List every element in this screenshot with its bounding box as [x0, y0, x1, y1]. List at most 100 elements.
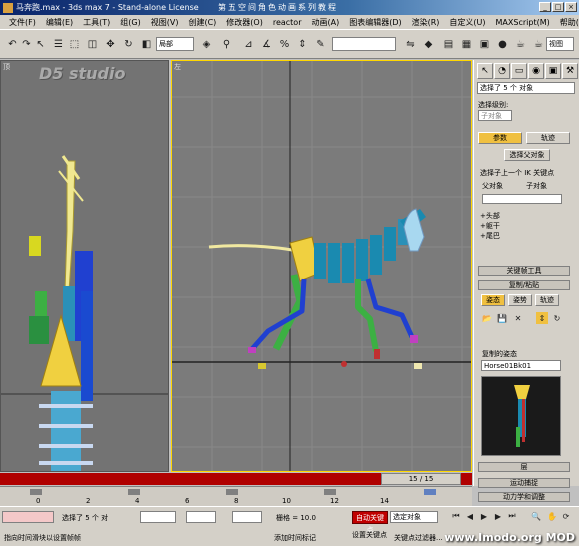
head-item[interactable]: +头部 [480, 211, 500, 221]
menu-group[interactable]: 组(G) [115, 17, 145, 28]
save-clip-icon[interactable]: 💾 [496, 312, 508, 324]
z-coord-field[interactable] [232, 511, 262, 523]
dynamics-rollout[interactable]: 动力学和调整 [478, 492, 570, 502]
select-child-ik-checkbox[interactable]: 选择子上一个 IK 关键点 [480, 168, 554, 178]
tab-trajectories[interactable]: 轨迹 [526, 132, 570, 144]
named-selection-set[interactable] [332, 37, 396, 51]
menu-rendering[interactable]: 渲染(R) [407, 17, 445, 28]
layer-manager-icon[interactable]: ▤ [440, 36, 457, 53]
key-marker[interactable] [226, 489, 238, 495]
select-parent-button[interactable]: 选择父对象 [504, 149, 550, 161]
keyframe-tools-rollout[interactable]: 关键帧工具 [478, 266, 570, 276]
new-clip-icon[interactable]: 📂 [481, 312, 493, 324]
select-icon[interactable]: ↖ [32, 36, 49, 53]
radio-child[interactable]: 子对象 [526, 181, 547, 191]
play-icon[interactable]: ▶ [478, 509, 490, 523]
track-bar[interactable]: 0 2 4 6 8 10 12 14 [0, 486, 472, 506]
copy-paste-rollout[interactable]: 复制/粘贴 [478, 280, 570, 290]
render-scene-icon[interactable]: ☕ [512, 36, 529, 53]
orbit-icon[interactable]: ⟳ [560, 509, 572, 523]
schematic-view-icon[interactable]: ▣ [476, 36, 493, 53]
tail-item[interactable]: +尾巴 [480, 231, 500, 241]
menu-maxscript[interactable]: MAXScript(M) [491, 18, 555, 27]
menu-modifiers[interactable]: 修改器(O) [221, 17, 268, 28]
viewport-top-label[interactable]: 顶 [3, 62, 10, 72]
material-editor-icon[interactable]: ● [494, 36, 511, 53]
menu-reactor[interactable]: reactor [268, 18, 307, 27]
motion-tab-icon[interactable]: ◉ [528, 63, 544, 79]
key-marker[interactable] [324, 489, 336, 495]
align-icon[interactable]: ◆ [420, 36, 437, 53]
scale-icon[interactable]: ◧ [138, 36, 155, 53]
quick-render-icon[interactable]: ☕ [530, 36, 547, 53]
goto-start-icon[interactable]: ⏮ [450, 509, 462, 523]
menu-edit[interactable]: 编辑(E) [41, 17, 78, 28]
viewport-top[interactable]: 顶 D5 studio [0, 60, 169, 472]
zoom-icon[interactable]: 🔍 [530, 509, 542, 523]
next-frame-icon[interactable]: ▶ [492, 509, 504, 523]
layers-rollout[interactable]: 层 [478, 462, 570, 472]
spinner-snap-icon[interactable]: ⇕ [294, 36, 311, 53]
crossing-icon[interactable]: ◫ [84, 36, 101, 53]
motion-capture-rollout[interactable]: 运动捕捉 [478, 478, 570, 488]
key-filters-button[interactable]: 关键点过滤器... [394, 533, 443, 543]
key-marker[interactable] [128, 489, 140, 495]
modify-tab-icon[interactable]: ◔ [494, 63, 510, 79]
viewport-left[interactable]: 左 [171, 60, 472, 472]
menu-create[interactable]: 创建(C) [183, 17, 221, 28]
sub-object-select[interactable]: 子对象 [478, 110, 512, 121]
goto-end-icon[interactable]: ⏭ [506, 509, 518, 523]
menu-file[interactable]: 文件(F) [4, 17, 41, 28]
prev-frame-icon[interactable]: ◀ [464, 509, 476, 523]
y-coord-field[interactable] [186, 511, 216, 523]
menu-help[interactable]: 帮助(H) [555, 17, 579, 28]
percent-snap-icon[interactable]: % [276, 36, 293, 53]
named-selection-icon[interactable]: ✎ [312, 36, 329, 53]
menu-tools[interactable]: 工具(T) [78, 17, 115, 28]
key-marker[interactable] [424, 489, 436, 495]
selection-name-field[interactable]: 选择了 5 个 对象 [477, 82, 575, 94]
x-coord-field[interactable] [140, 511, 176, 523]
select-by-name-icon[interactable]: ☰ [50, 36, 67, 53]
pan-icon[interactable]: ✋ [546, 509, 558, 523]
utilities-tab-icon[interactable]: ⚒ [562, 63, 578, 79]
move-icon[interactable]: ✥ [102, 36, 119, 53]
snap-icon[interactable]: ⊿ [240, 36, 257, 53]
posture-button[interactable]: 姿态 [481, 294, 505, 306]
tab-parameters[interactable]: 参数 [478, 132, 522, 144]
minimize-button[interactable]: _ [539, 2, 551, 12]
posture-name-select[interactable]: Horse01Bk01 [481, 360, 561, 371]
maxscript-listener[interactable] [2, 511, 54, 523]
level-field[interactable] [482, 194, 562, 204]
render-type-select[interactable]: 视图 [546, 37, 574, 51]
pivot-icon[interactable]: ◈ [198, 36, 215, 53]
mirror-icon[interactable]: ⇋ [402, 36, 419, 53]
copy-icon[interactable]: ↻ [551, 312, 563, 324]
hierarchy-tab-icon[interactable]: ▭ [511, 63, 527, 79]
paste-icon[interactable]: ⇕ [536, 312, 548, 324]
ref-coord-select[interactable]: 局部 [156, 37, 194, 51]
track-button[interactable]: 轨迹 [535, 294, 559, 306]
set-key-button[interactable]: 设置关键点 [352, 530, 387, 540]
rect-region-icon[interactable]: ⬚ [66, 36, 83, 53]
auto-key-button[interactable]: 自动关键点 [352, 511, 388, 534]
radio-parent[interactable]: 父对象 [482, 181, 503, 191]
torso-item[interactable]: +躯干 [480, 221, 500, 231]
pose-button[interactable]: 姿势 [508, 294, 532, 306]
rotate-icon[interactable]: ↻ [120, 36, 137, 53]
menu-customize[interactable]: 自定义(U) [444, 17, 490, 28]
menu-animation[interactable]: 动画(A) [306, 17, 344, 28]
close-button[interactable]: × [565, 2, 577, 12]
add-time-tag[interactable]: 添加时间标记 [274, 533, 316, 543]
key-mode-select[interactable]: 选定对象 [390, 511, 438, 523]
time-slider[interactable]: 15 / 15 [381, 473, 461, 485]
create-tab-icon[interactable]: ↖ [477, 63, 493, 79]
viewport-left-label[interactable]: 左 [174, 62, 181, 72]
curve-editor-icon[interactable]: ▦ [458, 36, 475, 53]
display-tab-icon[interactable]: ▣ [545, 63, 561, 79]
delete-clip-icon[interactable]: ✕ [512, 312, 524, 324]
angle-snap-icon[interactable]: ∡ [258, 36, 275, 53]
menu-views[interactable]: 视图(V) [146, 17, 184, 28]
menu-graph-editors[interactable]: 图表编辑器(D) [344, 17, 406, 28]
maximize-button[interactable]: □ [552, 2, 564, 12]
